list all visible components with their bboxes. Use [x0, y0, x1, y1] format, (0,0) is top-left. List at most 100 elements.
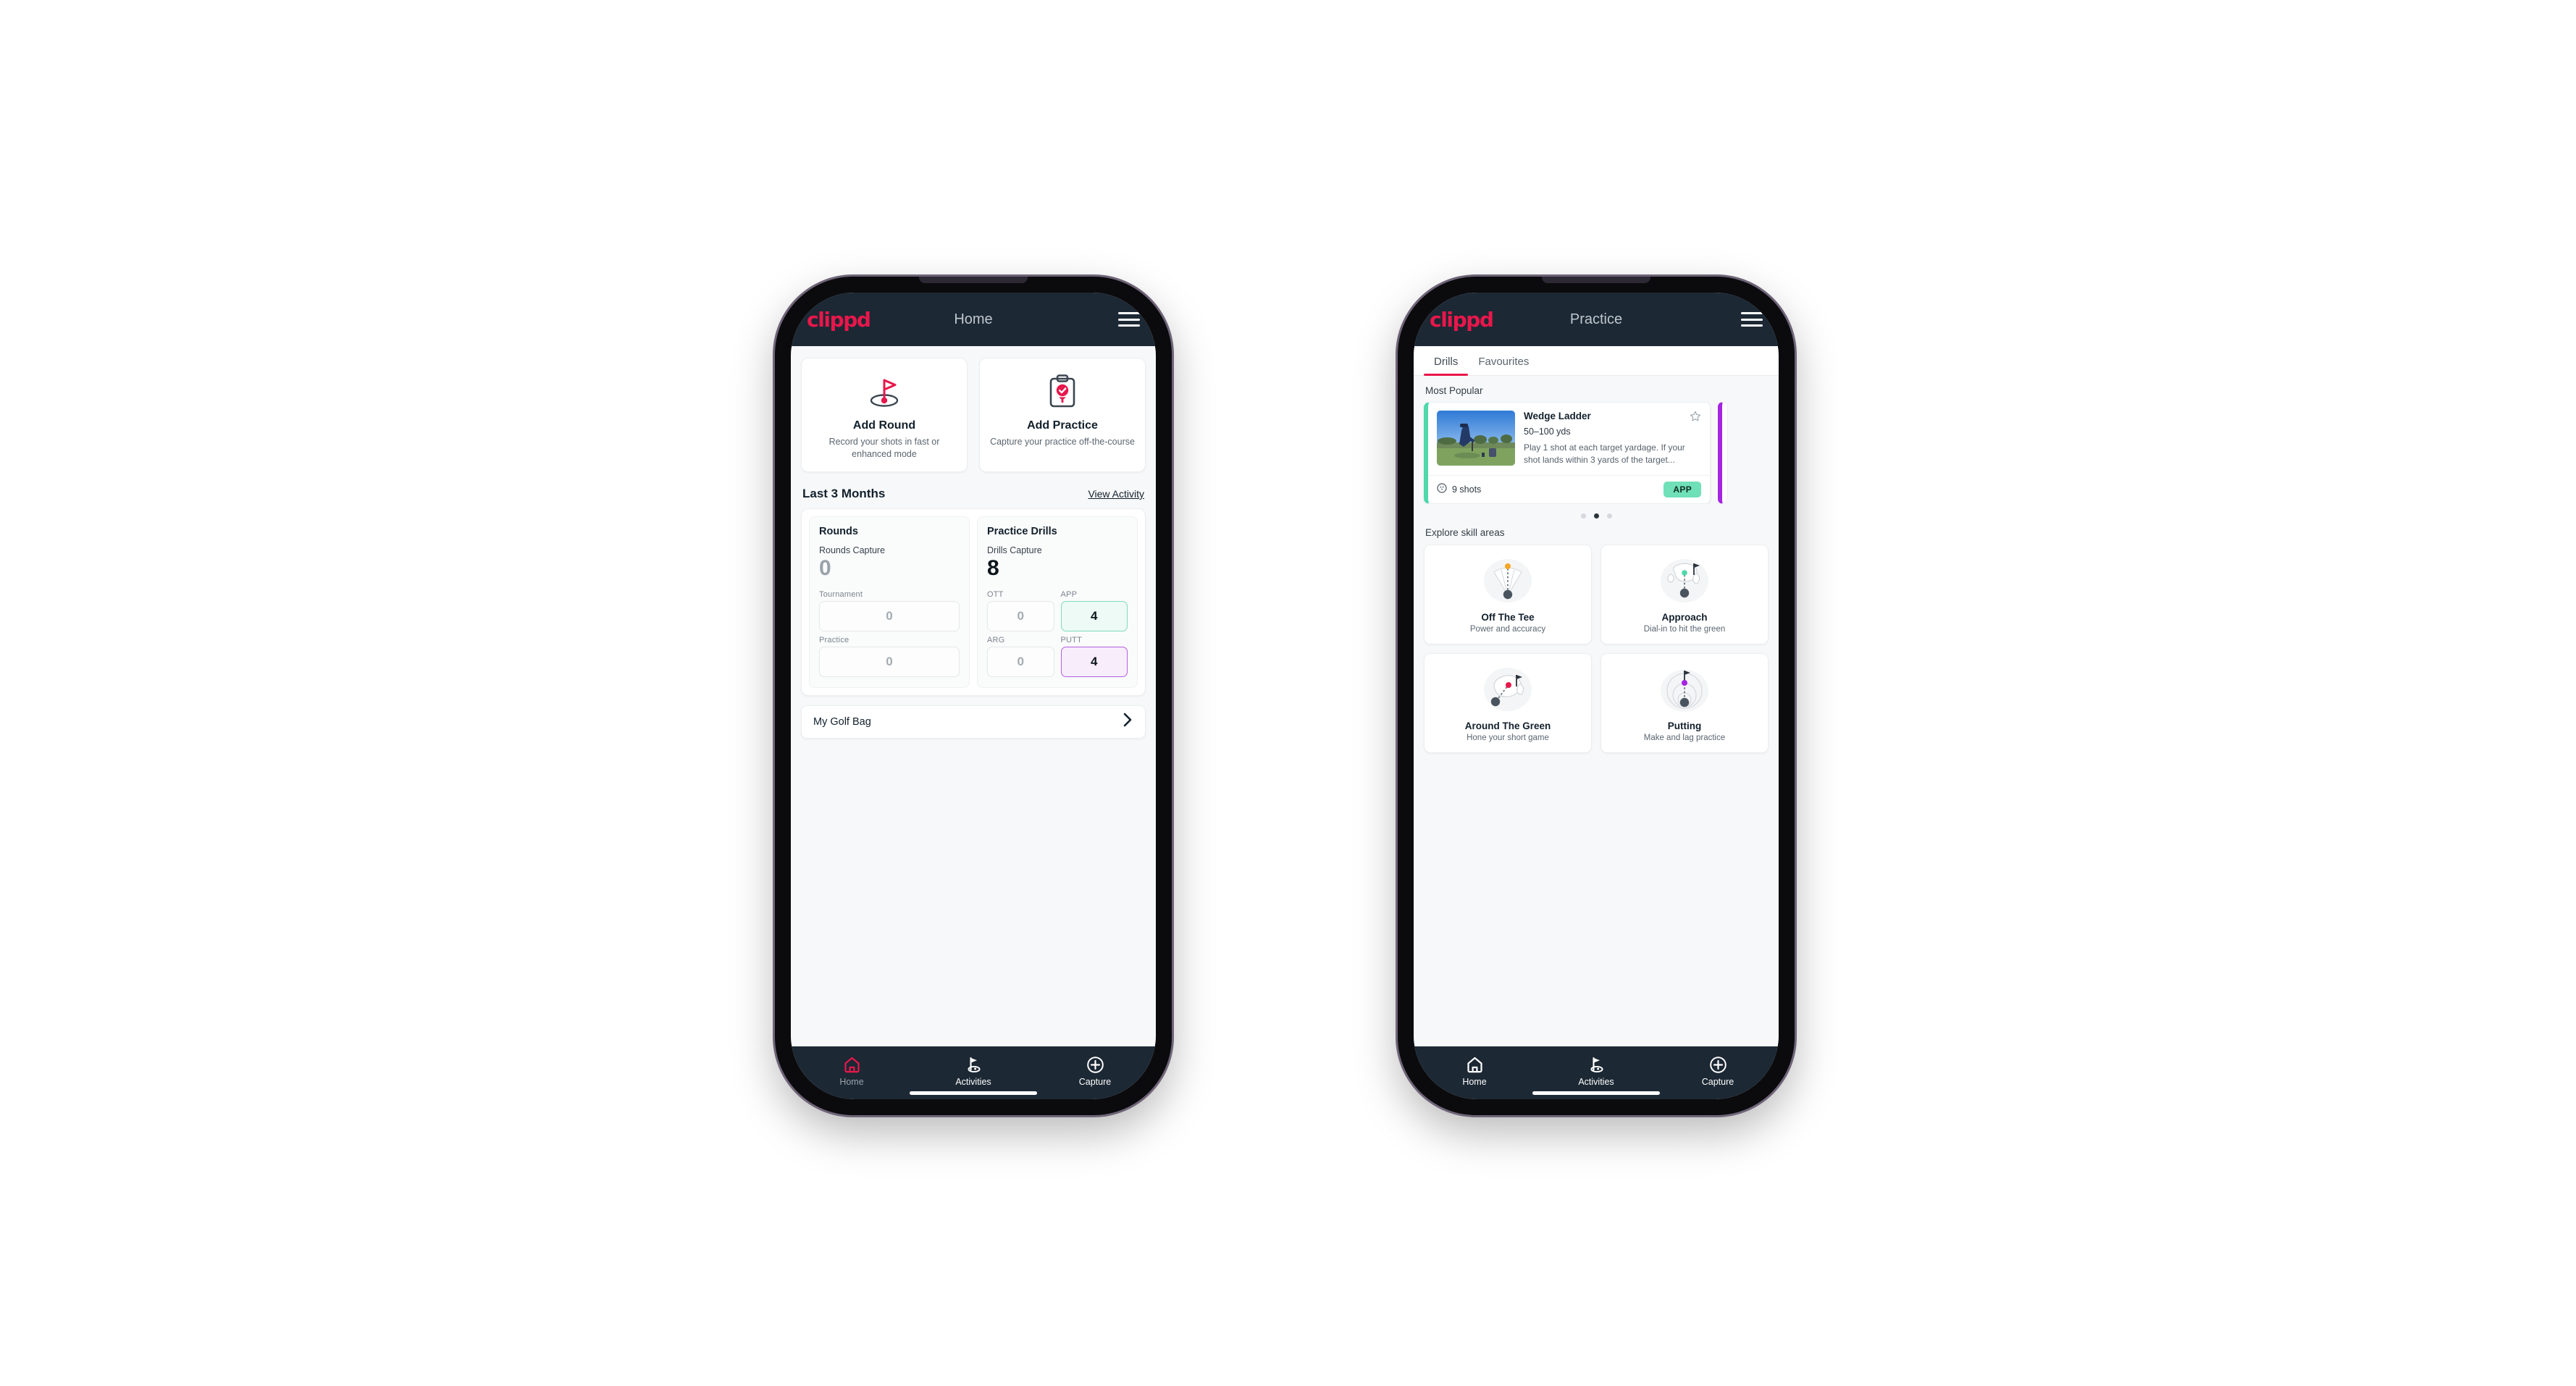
carousel-dots[interactable]	[1414, 504, 1779, 521]
skill-title: Off The Tee	[1481, 612, 1535, 623]
drill-category-chip: APP	[1664, 482, 1701, 498]
arg-value[interactable]: 0	[987, 646, 1054, 677]
carousel-dot-3[interactable]	[1606, 513, 1612, 519]
drill-thumbnail	[1437, 411, 1515, 466]
nav-label-home: Home	[839, 1077, 864, 1087]
nav-item-activities[interactable]: Activities	[1535, 1055, 1657, 1087]
phone-notch	[1542, 277, 1650, 283]
home-bottom-nav: Home Activities Capture	[791, 1046, 1156, 1099]
practice-screen: clippd Practice Drills Favourites Most P…	[1414, 293, 1779, 1099]
rounds-heading: Rounds	[819, 526, 858, 537]
app-label: APP	[1060, 589, 1078, 599]
phone-mockup-practice: clippd Practice Drills Favourites Most P…	[1398, 277, 1795, 1115]
carousel-dot-2[interactable]	[1593, 513, 1599, 519]
tee-shot-fan-icon	[1430, 555, 1585, 607]
practice-tabs: Drills Favourites	[1414, 346, 1779, 376]
arg-metric: ARG 0	[987, 636, 1054, 677]
golf-ball-icon	[1437, 482, 1447, 497]
add-practice-title: Add Practice	[1027, 419, 1098, 432]
skill-card-around-the-green[interactable]: Around The Green Hone your short game	[1424, 653, 1592, 754]
drill-card-wedge-ladder[interactable]: Wedge Ladder 50–100 yds Play 1 shot at e…	[1424, 402, 1711, 505]
skill-title: Around The Green	[1464, 721, 1551, 732]
app-value[interactable]: 4	[1060, 600, 1128, 631]
nav-item-capture[interactable]: Capture	[1657, 1055, 1779, 1087]
nav-item-home[interactable]: Home	[1414, 1055, 1535, 1087]
phone-mockup-home: clippd Home Add Round Record your shots …	[775, 277, 1172, 1115]
practice-bottom-nav: Home Activities Capture	[1414, 1046, 1779, 1099]
putt-value[interactable]: 4	[1060, 646, 1128, 677]
section-title: Last 3 Months	[802, 487, 886, 500]
drills-capture-label: Drills Capture	[987, 545, 1042, 555]
nav-item-activities[interactable]: Activities	[912, 1055, 1034, 1087]
add-round-subtitle: Record your shots in fast or enhanced mo…	[828, 437, 940, 459]
nav-label-capture: Capture	[1078, 1077, 1112, 1087]
putt-metric: PUTT 4	[1060, 636, 1128, 677]
tournament-value[interactable]: 0	[819, 600, 960, 631]
drill-shots-count: 9 shots	[1452, 484, 1482, 495]
add-practice-card[interactable]: Add Practice Capture your practice off-t…	[979, 358, 1146, 472]
clipboard-check-tee-icon	[987, 371, 1138, 412]
nav-label-home: Home	[1462, 1077, 1487, 1087]
star-outline-icon[interactable]	[1690, 411, 1701, 426]
rounds-capture-label: Rounds Capture	[819, 545, 886, 555]
add-round-title: Add Round	[852, 419, 916, 432]
drill-card-peek-next[interactable]	[1718, 402, 1728, 505]
home-icon	[791, 1055, 912, 1074]
home-indicator	[910, 1091, 1037, 1095]
clippd-logo[interactable]: clippd	[807, 308, 871, 332]
plus-circle-icon	[1034, 1055, 1156, 1074]
green-approach-icon	[1607, 555, 1762, 607]
my-golf-bag-row[interactable]: My Golf Bag	[801, 705, 1146, 739]
skill-card-off-the-tee[interactable]: Off The Tee Power and accuracy	[1424, 545, 1592, 645]
skill-subtitle: Make and lag practice	[1643, 734, 1726, 743]
skill-subtitle: Dial-in to hit the green	[1643, 625, 1726, 634]
chevron-right-icon	[1123, 712, 1133, 731]
tournament-metric: Tournament 0	[819, 590, 960, 631]
plus-circle-icon	[1657, 1055, 1779, 1074]
add-round-card[interactable]: Add Round Record your shots in fast or e…	[801, 358, 968, 472]
tournament-label: Tournament	[819, 589, 863, 599]
putting-rings-icon	[1607, 663, 1762, 715]
practice-appbar: clippd Practice	[1414, 293, 1779, 346]
clippd-logo[interactable]: clippd	[1430, 308, 1494, 332]
rounds-stat-column: Rounds Rounds Capture 0 Tournament 0 Pra…	[809, 516, 970, 688]
my-golf-bag-label: My Golf Bag	[813, 715, 871, 728]
view-activity-link[interactable]: View Activity	[1088, 488, 1144, 500]
practice-value[interactable]: 0	[819, 646, 960, 677]
nav-label-capture: Capture	[1701, 1077, 1734, 1087]
explore-skill-areas-label: Explore skill areas	[1425, 527, 1505, 539]
drills-capture-value: 8	[987, 556, 999, 580]
app-metric: APP 4	[1060, 589, 1128, 631]
nav-item-home[interactable]: Home	[791, 1055, 912, 1087]
skill-areas-grid: Off The Tee Power and accuracy Approach …	[1414, 545, 1779, 754]
skill-subtitle: Power and accuracy	[1469, 625, 1546, 634]
skill-subtitle: Hone your short game	[1467, 734, 1549, 743]
tab-favourites[interactable]: Favourites	[1468, 346, 1539, 375]
skill-card-approach[interactable]: Approach Dial-in to hit the green	[1600, 545, 1769, 645]
nav-label-activities: Activities	[1578, 1077, 1614, 1087]
nav-label-activities: Activities	[955, 1077, 991, 1087]
skill-card-putting[interactable]: Putting Make and lag practice	[1600, 653, 1769, 754]
last-3-months-header: Last 3 Months View Activity	[791, 476, 1156, 508]
ott-value[interactable]: 0	[987, 600, 1054, 631]
carousel-dot-1[interactable]	[1580, 513, 1586, 519]
skill-title: Putting	[1667, 721, 1702, 732]
golf-flag-icon	[912, 1055, 1034, 1074]
drills-carousel[interactable]: Wedge Ladder 50–100 yds Play 1 shot at e…	[1414, 402, 1779, 505]
hamburger-menu-icon[interactable]	[1118, 312, 1140, 327]
drills-metrics: OTT 0 APP 4 ARG 0 PUTT 4	[987, 590, 1128, 677]
home-content: Add Round Record your shots in fast or e…	[791, 346, 1156, 1046]
quick-actions-row: Add Round Record your shots in fast or e…	[791, 346, 1156, 476]
practice-label: Practice	[819, 635, 849, 644]
golf-flag-hole-icon	[809, 371, 960, 412]
home-indicator	[1532, 1091, 1660, 1095]
tab-drills[interactable]: Drills	[1424, 346, 1469, 376]
golf-flag-icon	[1535, 1055, 1657, 1074]
stats-panel: Rounds Rounds Capture 0 Tournament 0 Pra…	[801, 508, 1146, 696]
arg-label: ARG	[987, 635, 1005, 644]
drill-title: Wedge Ladder	[1524, 411, 1591, 421]
nav-item-capture[interactable]: Capture	[1034, 1055, 1156, 1087]
practice-content: Most Popular Wedge Ladder 50–100 yds Pla…	[1414, 376, 1779, 1046]
practice-metric: Practice 0	[819, 636, 960, 677]
hamburger-menu-icon[interactable]	[1741, 312, 1763, 327]
